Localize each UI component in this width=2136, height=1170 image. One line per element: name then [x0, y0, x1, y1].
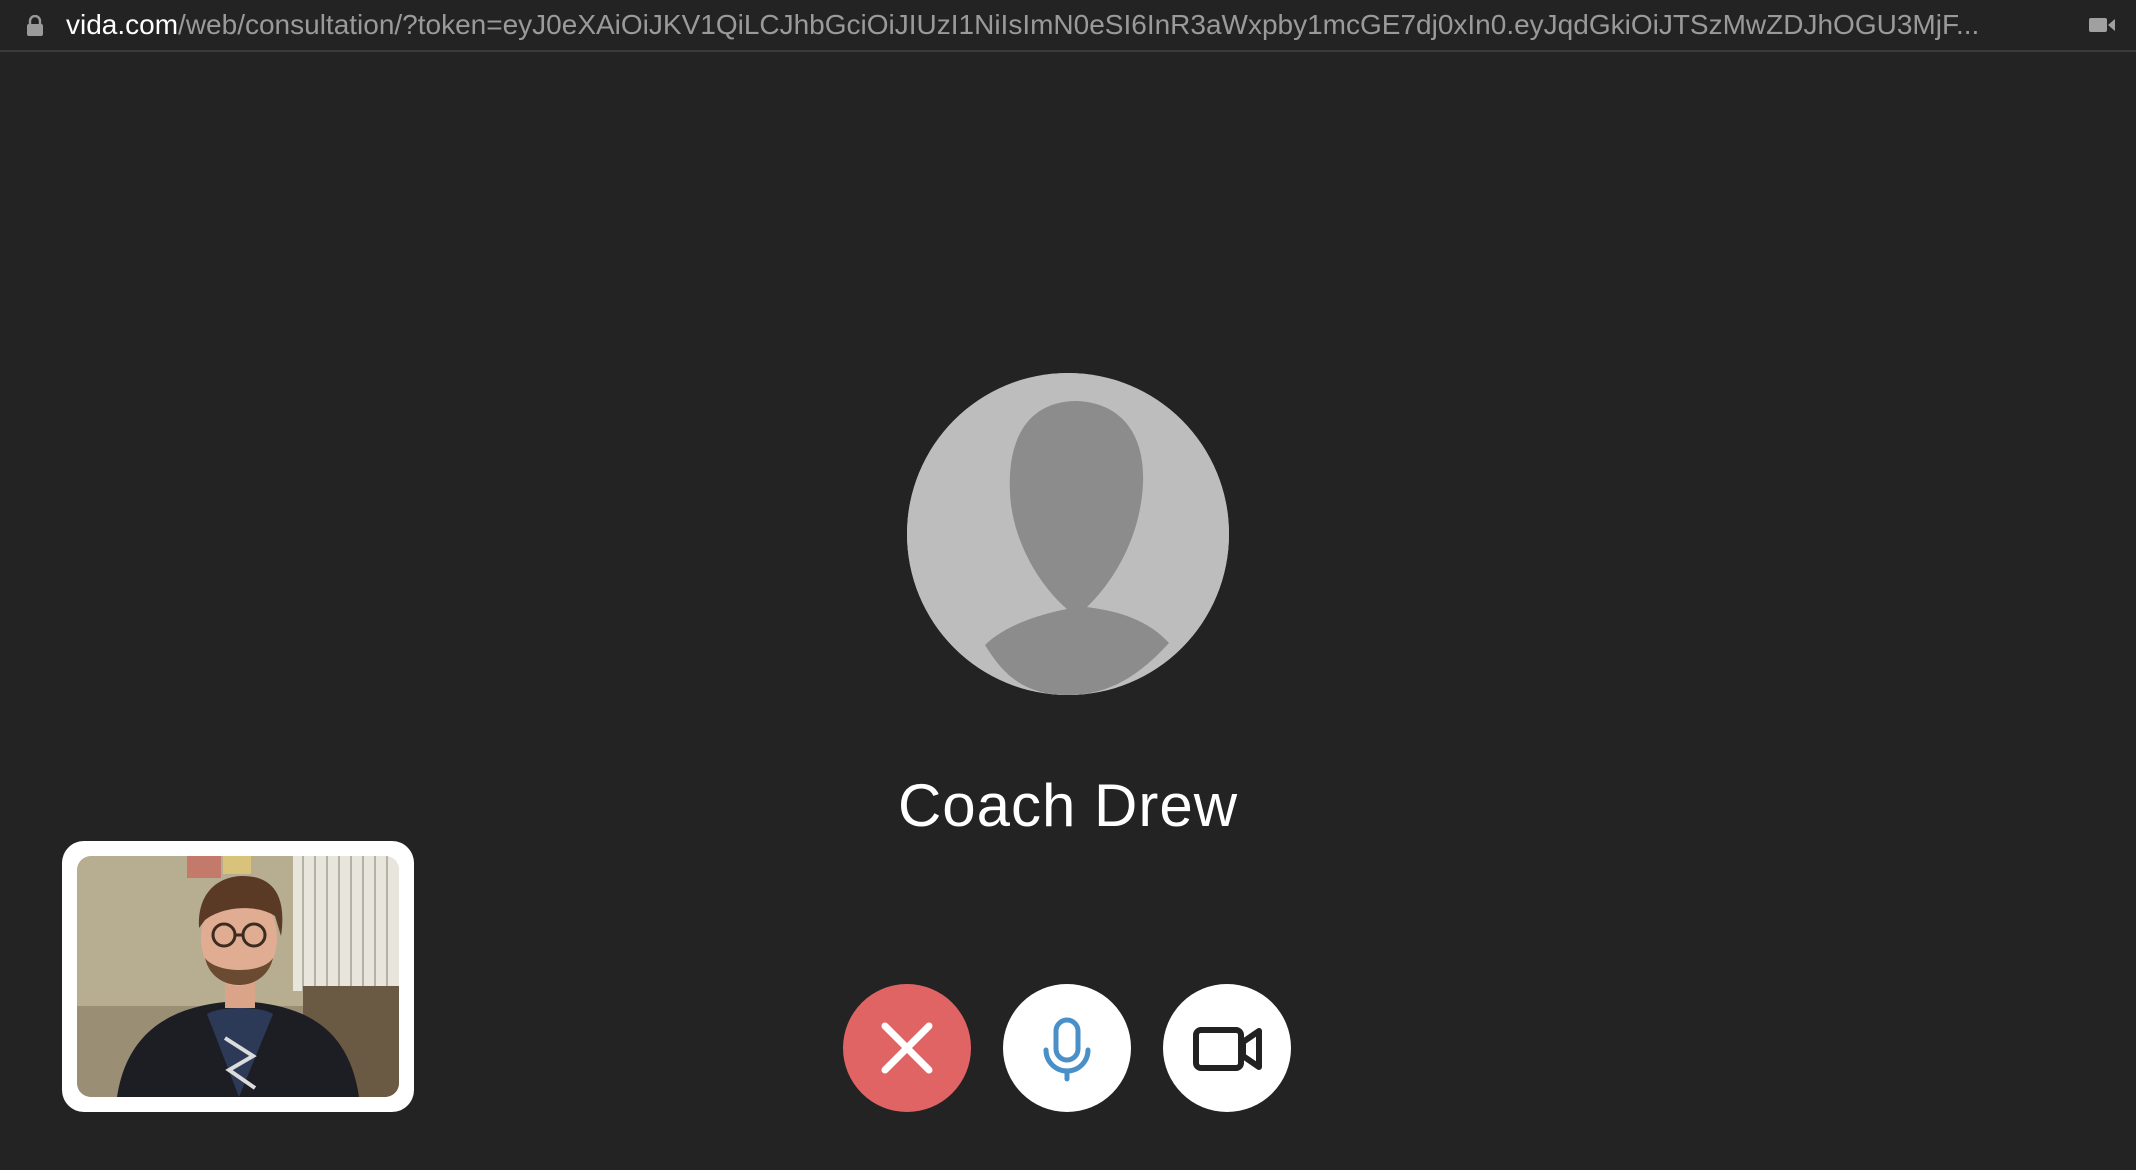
contact-avatar	[907, 373, 1229, 695]
contact-name: Coach Drew	[897, 772, 1239, 839]
video-camera-icon[interactable]	[2088, 14, 2116, 36]
url-host: vida.com	[66, 9, 179, 40]
url-path: /web/consultation/?token=eyJ0eXAiOiJKV1Q…	[178, 9, 1980, 40]
self-video-preview[interactable]	[62, 841, 414, 1112]
self-video-feed	[77, 856, 399, 1097]
mute-microphone-button[interactable]	[1003, 984, 1131, 1112]
video-camera-icon	[1193, 1027, 1262, 1071]
default-person-avatar-icon	[907, 373, 1229, 695]
microphone-icon	[1043, 1017, 1091, 1082]
address-url[interactable]: vida.com/web/consultation/?token=eyJ0eXA…	[66, 8, 2056, 42]
lock-icon	[27, 15, 43, 36]
toggle-camera-button[interactable]	[1163, 984, 1291, 1112]
close-icon	[881, 1022, 933, 1074]
browser-address-bar[interactable]: vida.com/web/consultation/?token=eyJ0eXA…	[0, 0, 2136, 52]
end-call-button[interactable]	[843, 984, 971, 1112]
